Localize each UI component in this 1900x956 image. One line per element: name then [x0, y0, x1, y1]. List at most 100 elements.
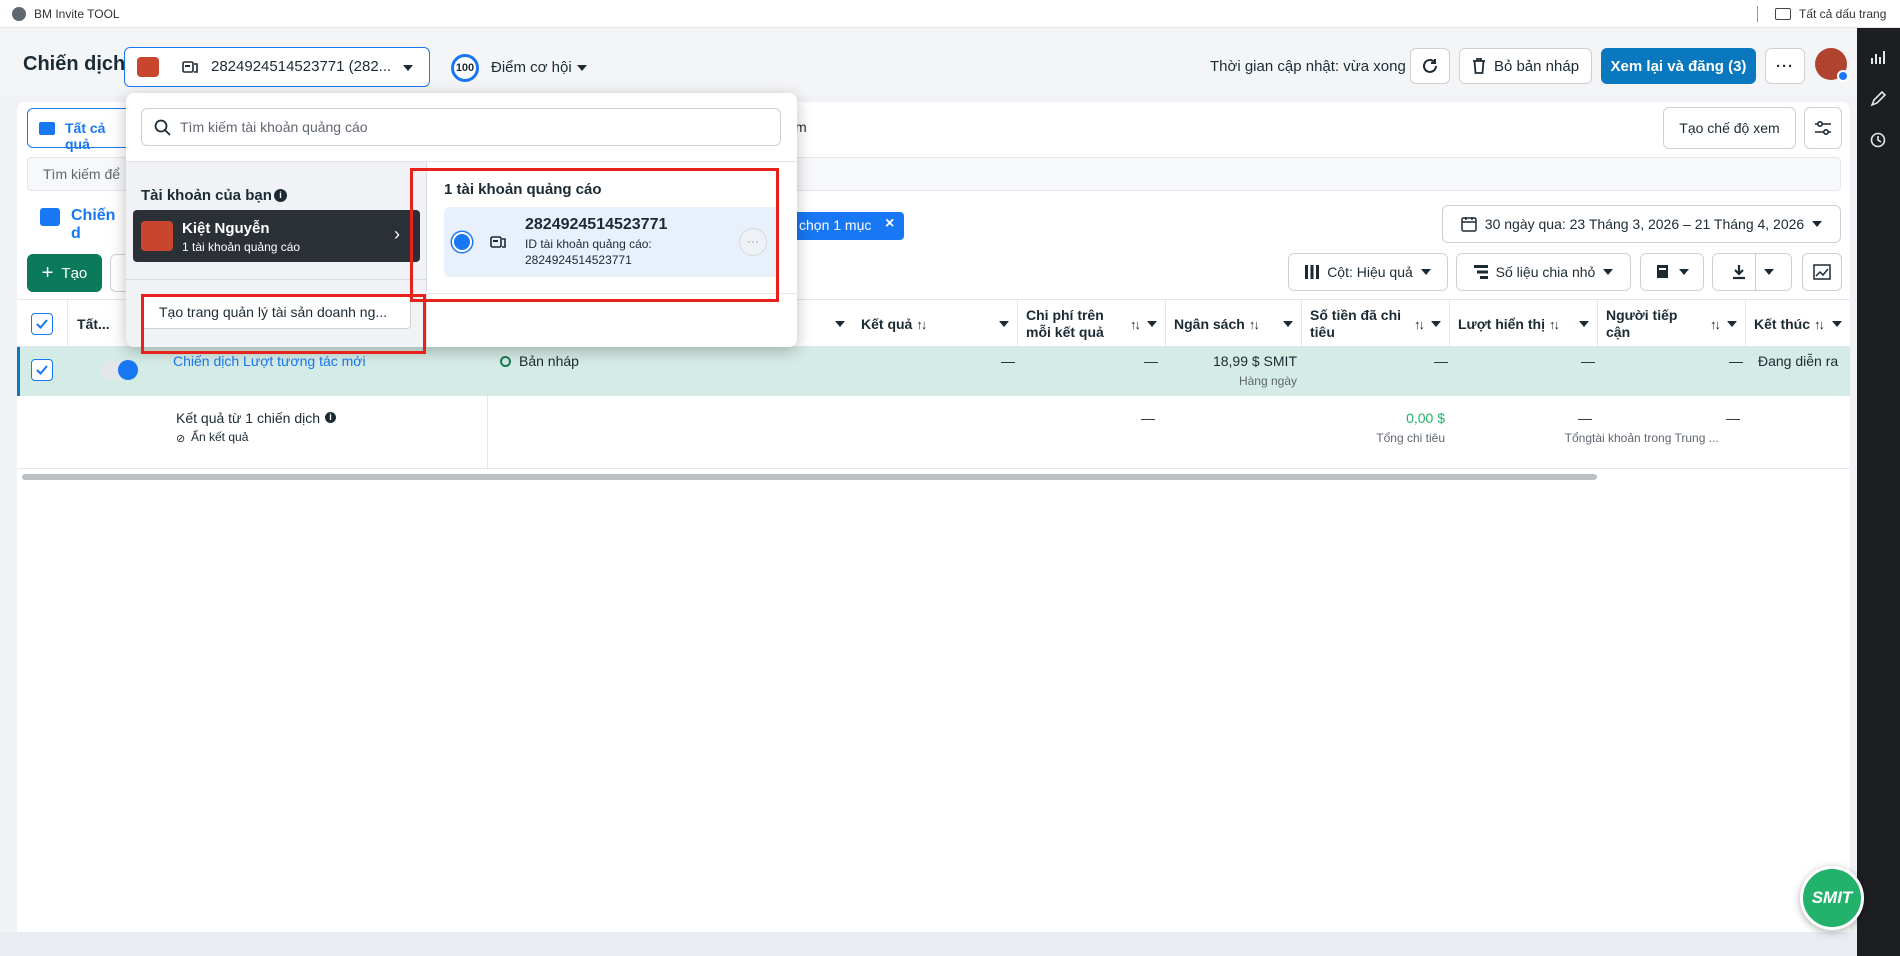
- chart-icon: [1813, 264, 1831, 280]
- charts-button[interactable]: [1802, 253, 1842, 291]
- table-row[interactable]: Chiến dịch Lượt tương tác mới Bản nháp —…: [17, 347, 1850, 396]
- column-budget-label: Ngân sách: [1174, 315, 1245, 332]
- chevron-down-icon[interactable]: [835, 321, 845, 327]
- date-range-picker[interactable]: 30 ngày qua: 23 Tháng 3, 2026 – 21 Tháng…: [1442, 205, 1841, 243]
- cell-cost-per-result: —: [1144, 353, 1158, 369]
- export-button[interactable]: [1712, 253, 1792, 291]
- column-results-label: Kết quả: [861, 315, 913, 332]
- chevron-down-icon: [1147, 321, 1157, 327]
- filter-settings-button[interactable]: [1804, 107, 1842, 149]
- close-icon[interactable]: ×: [885, 215, 894, 233]
- your-accounts-heading: Tài khoản của bạn: [141, 187, 272, 204]
- column-reach[interactable]: Người tiếp cận ↑↓: [1598, 300, 1746, 348]
- pencil-icon[interactable]: [1870, 91, 1886, 107]
- select-all-checkbox[interactable]: [31, 313, 53, 335]
- horizontal-scrollbar[interactable]: [22, 474, 1597, 480]
- plus-icon: +: [41, 262, 54, 284]
- cell-reach: —: [1729, 353, 1743, 369]
- business-account-count: 1 tài khoản quảng cáo: [182, 240, 301, 254]
- columns-button[interactable]: Cột: Hiệu quả: [1288, 253, 1448, 291]
- summary-amount-spent: 0,00 $: [1406, 410, 1445, 426]
- bookmark-divider: [1757, 6, 1758, 22]
- cell-budget: 18,99 $ SMIT: [1212, 353, 1297, 369]
- create-button-label: Tạo: [61, 264, 88, 282]
- discard-draft-button[interactable]: Bỏ bản nháp: [1459, 48, 1592, 84]
- column-budget[interactable]: Ngân sách ↑↓: [1166, 300, 1302, 348]
- column-divider: [487, 396, 488, 469]
- column-results[interactable]: Kết quả ↑↓: [853, 300, 1018, 348]
- opportunity-score-label[interactable]: Điểm cơ hội: [491, 59, 572, 76]
- business-avatar: [141, 221, 173, 251]
- campaigns-section-tab[interactable]: Chiến d: [27, 196, 129, 242]
- chevron-down-icon: [999, 321, 1009, 327]
- cell-budget-sub: Hàng ngày: [1238, 374, 1297, 388]
- business-name: Kiệt Nguyễn: [182, 220, 270, 237]
- column-impressions-label: Lượt hiển thị: [1458, 315, 1545, 332]
- business-item-kiet[interactable]: Kiệt Nguyễn 1 tài khoản quảng cáo ›: [133, 210, 420, 262]
- chevron-down-icon[interactable]: [577, 65, 587, 71]
- tab-all[interactable]: Tất cả quả: [27, 108, 133, 152]
- columns-icon: [1305, 265, 1320, 279]
- globe-icon: [12, 7, 26, 21]
- refresh-icon: [1423, 58, 1437, 73]
- update-time: Thời gian cập nhật: vừa xong: [1210, 58, 1406, 75]
- more-options-button[interactable]: ···: [1765, 48, 1805, 84]
- tab-all-label: Tất cả quả: [65, 120, 106, 152]
- cell-amount-spent: —: [1434, 353, 1448, 369]
- bookmark-bm-invite[interactable]: BM Invite TOOL: [34, 7, 120, 21]
- sort-icon: ↑↓: [1414, 316, 1425, 332]
- account-selector[interactable]: 2824924514523771 (282...: [124, 47, 430, 87]
- chevron-down-icon: [1603, 269, 1614, 275]
- chevron-down-icon: [1727, 321, 1737, 327]
- bookmark-all[interactable]: Tất cả dấu trang: [1799, 7, 1886, 21]
- breakdown-button[interactable]: Số liệu chia nhỏ: [1456, 253, 1631, 291]
- selected-badge[interactable]: chọn 1 mục ×: [779, 212, 904, 240]
- create-button[interactable]: + Tạo: [27, 254, 102, 292]
- ad-account-icon: [182, 61, 198, 73]
- info-icon[interactable]: i: [274, 189, 287, 202]
- column-end[interactable]: Kết thúc ↑↓: [1746, 300, 1850, 348]
- summary-row: Kết quả từ 1 chiến dịch i ⊘ Ẩn kết quả —…: [17, 396, 1850, 469]
- column-amount-spent-label: Số tiền đã chi tiêu: [1310, 307, 1402, 340]
- chevron-down-icon: [1679, 269, 1689, 275]
- report-icon: [1657, 265, 1668, 278]
- column-amount-spent[interactable]: Số tiền đã chi tiêu ↑↓: [1302, 300, 1450, 348]
- chevron-down-icon: [1832, 321, 1842, 327]
- column-cost-per-result-label: Chi phí trên mỗi kết quả: [1026, 307, 1104, 340]
- chevron-down-icon: [1431, 321, 1441, 327]
- create-view-label: Tạo chế độ xem: [1679, 120, 1780, 136]
- campaign-toggle[interactable]: [101, 360, 138, 380]
- account-search-input[interactable]: Tìm kiếm tài khoản quảng cáo: [141, 108, 781, 146]
- bar-chart-icon[interactable]: [1870, 49, 1886, 65]
- info-icon[interactable]: i: [325, 412, 336, 423]
- refresh-button[interactable]: [1410, 48, 1450, 84]
- column-cost-per-result[interactable]: Chi phí trên mỗi kết quả ↑↓: [1018, 300, 1166, 348]
- summary-impressions: —: [1578, 410, 1592, 426]
- sort-icon: ↑↓: [1548, 316, 1560, 332]
- campaigns-section-label: Chiến d: [71, 207, 116, 242]
- cell-results: —: [1001, 353, 1015, 369]
- right-sidebar: [1857, 28, 1900, 956]
- folder-icon: [39, 122, 55, 135]
- review-publish-label: Xem lại và đăng (3): [1610, 57, 1747, 75]
- create-view-button[interactable]: Tạo chế độ xem: [1663, 107, 1796, 149]
- review-publish-button[interactable]: Xem lại và đăng (3): [1601, 48, 1756, 84]
- checkmark-icon: [36, 319, 48, 329]
- hide-results-label[interactable]: Ẩn kết quả: [191, 430, 248, 444]
- row-checkbox[interactable]: [31, 359, 53, 381]
- campaign-name-link[interactable]: Chiến dịch Lượt tương tác mới: [173, 353, 366, 369]
- annotation-box-create-bm: [141, 294, 426, 354]
- folder-icon: [1775, 8, 1791, 20]
- chevron-down-icon: [403, 65, 413, 71]
- smit-fab-button[interactable]: SMIT: [1800, 866, 1864, 930]
- reports-button[interactable]: [1640, 253, 1704, 291]
- trash-icon: [1472, 58, 1485, 74]
- summary-amount-spent-sub: Tổng chi tiêu: [1376, 431, 1445, 445]
- chevron-down-icon: [1420, 269, 1431, 275]
- column-impressions[interactable]: Lượt hiển thị ↑↓: [1450, 300, 1598, 348]
- campaign-status: Bản nháp: [519, 353, 579, 369]
- history-icon[interactable]: [1870, 132, 1886, 148]
- sort-icon: ↑↓: [1710, 316, 1721, 332]
- campaign-icon: [40, 208, 60, 226]
- account-avatar: [137, 57, 159, 77]
